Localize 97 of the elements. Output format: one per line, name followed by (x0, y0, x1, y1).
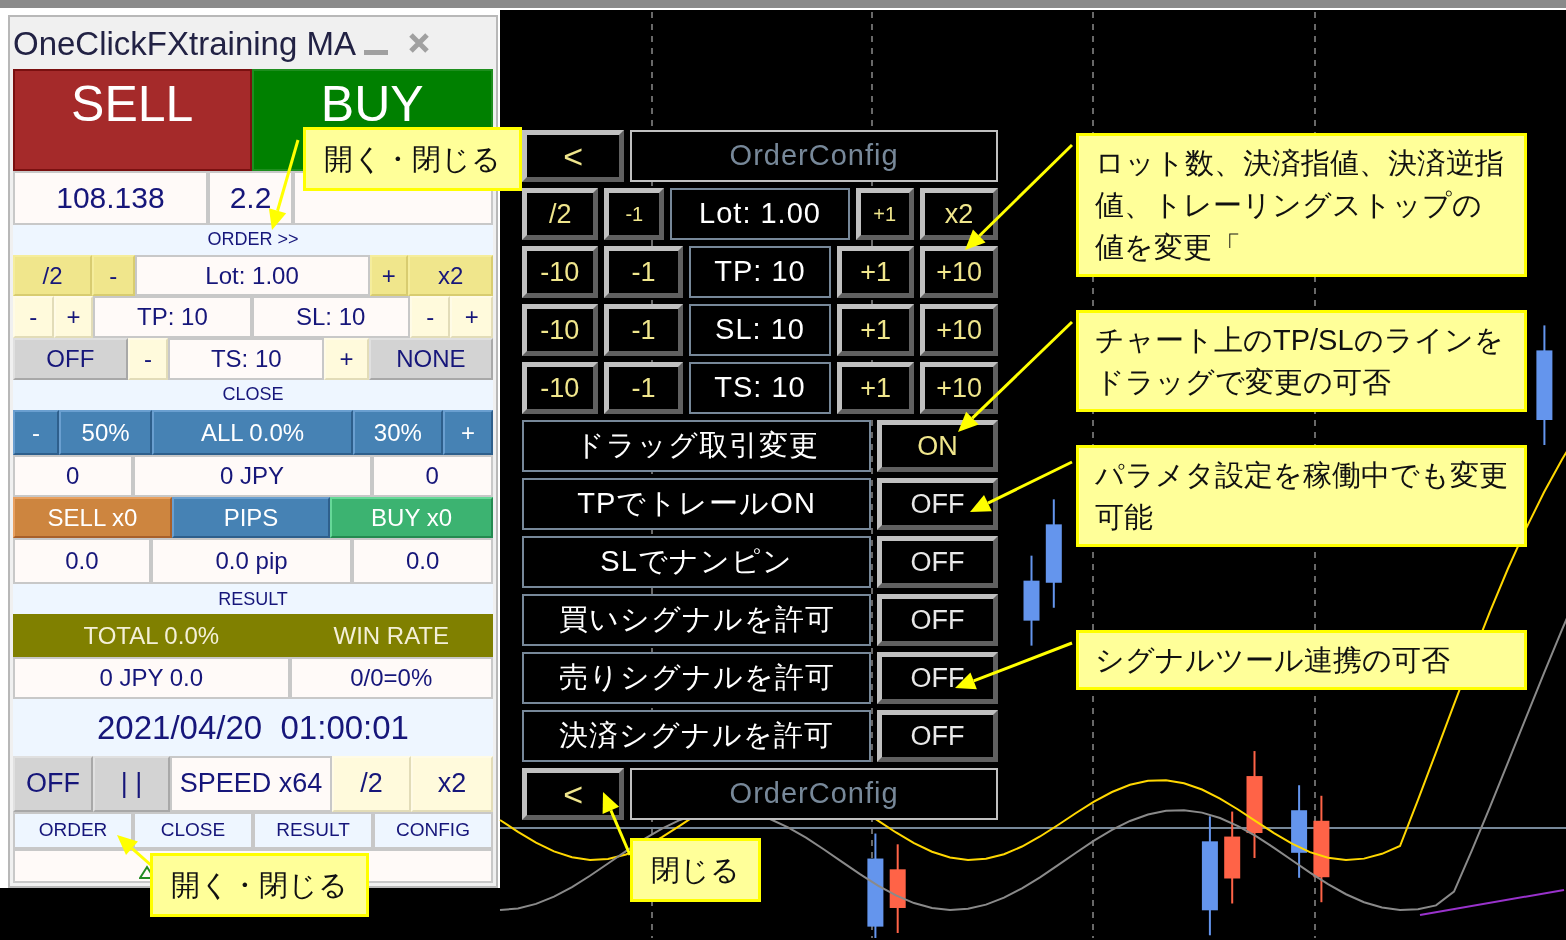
window-title: OneClickFXtraining MA (13, 26, 356, 60)
back-button[interactable]: < (522, 768, 625, 820)
step-button[interactable]: +1 (855, 188, 914, 240)
step-button[interactable]: + (324, 338, 369, 380)
toggle-button[interactable]: OFF (13, 338, 128, 380)
value-field: TS: 10 (168, 338, 325, 380)
setting-label: 買いシグナルを許可 (522, 594, 872, 646)
step-button[interactable]: -1 (604, 188, 665, 240)
step-button[interactable]: -1 (603, 304, 684, 356)
value-field: SPEED x64 (170, 755, 332, 812)
toggle-button[interactable]: OFF (877, 652, 998, 704)
panel-tab[interactable]: ORDER (13, 811, 133, 849)
section-header[interactable]: RESULT (13, 584, 493, 615)
step-button[interactable]: x2 (919, 188, 998, 240)
close-button[interactable]: - (13, 409, 59, 456)
value-field: Lot: 1.00 (670, 188, 850, 240)
panel-title: OrderConfig (630, 768, 998, 820)
annotation-tooltip: パラメタ設定を稼働中でも変更可能 (1076, 445, 1527, 548)
toggle-button[interactable]: OFF (877, 536, 998, 588)
value-field: 0 (371, 455, 493, 497)
close-button[interactable]: 30% (352, 409, 444, 456)
step-button[interactable]: x2 (411, 755, 493, 812)
result-header: TOTAL 0.0% (13, 614, 290, 657)
toggle-button[interactable]: OFF (877, 710, 998, 762)
value-field: 0.0 (352, 538, 493, 585)
setting-label: SLでナンピン (522, 536, 872, 588)
section-header[interactable]: ORDER >> (13, 224, 493, 255)
toggle-button[interactable]: | | (93, 755, 171, 812)
step-button[interactable]: - (127, 338, 169, 380)
setting-label: 決済シグナルを許可 (522, 710, 872, 762)
step-button[interactable]: +1 (836, 246, 915, 298)
step-button[interactable]: - (13, 296, 54, 338)
value-field: TP: 10 (689, 246, 831, 298)
value-field: Lot: 1.00 (134, 254, 370, 297)
step-button[interactable]: /2 (522, 188, 599, 240)
panel-tab[interactable]: RESULT (253, 811, 373, 849)
close-button[interactable]: PIPS (172, 496, 331, 539)
panel-tab[interactable]: CONFIG (373, 811, 493, 849)
value-field: 0 (13, 455, 133, 497)
leader-arrow (602, 792, 632, 856)
step-button[interactable]: -10 (522, 362, 598, 414)
annotation-tooltip: 開く・閉じる (150, 853, 369, 918)
section-header[interactable]: CLOSE (13, 379, 493, 410)
step-button[interactable]: +1 (836, 304, 915, 356)
annotation-tooltip: 開く・閉じる (303, 127, 522, 192)
value-field: TP: 10 (93, 296, 252, 338)
date-time: 2021/04/20 01:00:01 (13, 699, 493, 756)
value-field: 0 JPY (132, 455, 372, 497)
sell-button[interactable]: SELL (13, 69, 252, 171)
step-button[interactable]: -1 (603, 246, 684, 298)
value-field: 0 JPY 0.0 (13, 656, 290, 700)
step-button[interactable]: +10 (920, 246, 998, 298)
close-button[interactable]: ALL 0.0% (152, 409, 353, 456)
step-button[interactable]: -10 (522, 304, 598, 356)
step-button[interactable]: - (92, 254, 135, 297)
step-button[interactable]: - (409, 296, 451, 338)
toggle-button[interactable]: OFF (877, 594, 998, 646)
setting-label: ドラッグ取引変更 (522, 420, 872, 472)
value-field: 0.0 (13, 538, 151, 585)
close-button[interactable]: + (443, 409, 493, 456)
value-field: 0/0=0% (289, 656, 493, 700)
close-button[interactable]: 50% (58, 409, 153, 456)
setting-label: 売りシグナルを許可 (522, 652, 872, 704)
toggle-button[interactable]: OFF (877, 478, 998, 530)
toggle-button[interactable]: OFF (13, 755, 93, 812)
minimize-icon[interactable] (363, 50, 388, 58)
panel-tab[interactable]: CLOSE (133, 811, 253, 849)
step-button[interactable]: +10 (920, 304, 998, 356)
panel-title: OrderConfig (630, 130, 998, 182)
annotation-tooltip: ロット数、決済指値、決済逆指値、トレーリングストップの値を変更「 (1076, 133, 1527, 278)
step-button[interactable]: + (450, 296, 493, 338)
step-button[interactable]: -10 (522, 246, 598, 298)
value-field: TS: 10 (689, 362, 831, 414)
back-button[interactable]: < (522, 130, 625, 182)
annotation-tooltip: シグナルツール連携の可否 (1076, 630, 1527, 691)
sell-summary: SELL x0 (13, 496, 172, 539)
step-button[interactable]: + (53, 296, 94, 338)
annotation-tooltip: チャート上のTP/SLのラインをドラッグで変更の可否 (1076, 310, 1527, 413)
step-button[interactable]: -1 (603, 362, 684, 414)
value-field: 0.0 pip (150, 538, 353, 585)
buy-summary: BUY x0 (330, 496, 493, 539)
value-field: SL: 10 (251, 296, 410, 338)
value-field: SL: 10 (689, 304, 831, 356)
step-button[interactable]: /2 (332, 755, 412, 812)
setting-label: TPでトレールON (522, 478, 872, 530)
value-field: 108.138 (13, 170, 208, 225)
step-button[interactable]: + (369, 254, 409, 297)
step-button[interactable]: +1 (836, 362, 915, 414)
annotation-tooltip: 閉じる (630, 838, 761, 903)
toggle-button[interactable]: NONE (368, 338, 493, 380)
step-button[interactable]: /2 (13, 254, 93, 297)
result-header: WIN RATE (289, 614, 493, 657)
step-button[interactable]: x2 (408, 254, 493, 297)
toggle-button[interactable]: ON (877, 420, 998, 472)
leader-arrow (117, 835, 153, 868)
step-button[interactable]: +10 (920, 362, 998, 414)
close-icon[interactable] (407, 32, 430, 54)
